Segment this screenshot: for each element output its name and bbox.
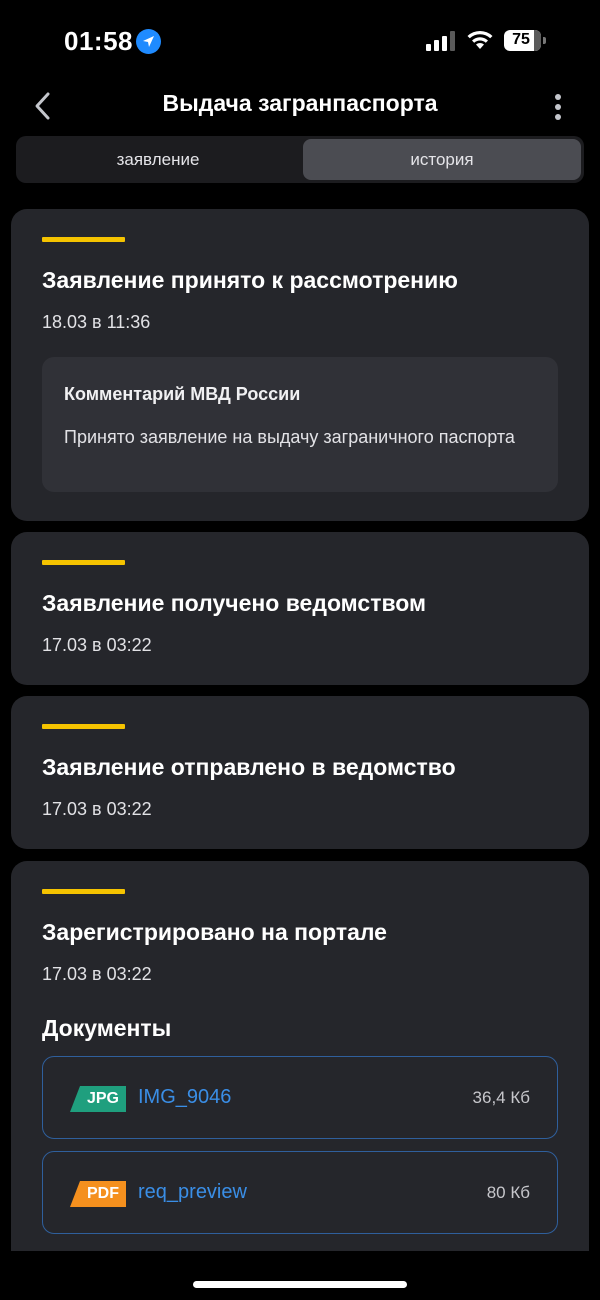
status-time: 01:58 xyxy=(64,26,133,56)
file-type-label: JPG xyxy=(86,1090,119,1107)
location-arrow-icon xyxy=(136,29,161,54)
document-size: 36,4 Кб xyxy=(472,1088,530,1107)
document-size: 80 Кб xyxy=(486,1183,530,1202)
wifi-icon xyxy=(467,30,493,49)
nav-bar: Выдача загранпаспорта xyxy=(0,80,600,132)
documents-heading: Документы xyxy=(42,1015,172,1041)
status-accent-bar xyxy=(42,889,125,894)
history-date: 17.03 в 03:22 xyxy=(42,964,152,984)
home-indicator[interactable] xyxy=(193,1281,407,1288)
more-options-button[interactable] xyxy=(548,92,568,122)
history-card: Заявление отправлено в ведомство 17.03 в… xyxy=(11,696,589,849)
file-type-label: PDF xyxy=(87,1185,119,1202)
history-card: Заявление получено ведомством 17.03 в 03… xyxy=(11,532,589,685)
jpg-file-icon: JPG xyxy=(70,1086,126,1112)
document-name[interactable]: req_preview xyxy=(138,1181,247,1204)
status-accent-bar xyxy=(42,237,125,242)
status-accent-bar xyxy=(42,724,125,729)
status-accent-bar xyxy=(42,560,125,565)
history-date: 18.03 в 11:36 xyxy=(42,312,151,332)
history-date: 17.03 в 03:22 xyxy=(42,635,152,655)
tab-history[interactable]: история xyxy=(303,139,581,180)
comment-author: Комментарий МВД России xyxy=(64,384,301,404)
history-title: Заявление отправлено в ведомство xyxy=(42,754,456,780)
history-title: Заявление получено ведомством xyxy=(42,590,427,616)
page-title: Выдача загранпаспорта xyxy=(162,90,438,116)
history-title: Заявление принято к рассмотрению xyxy=(42,267,458,293)
document-row[interactable]: JPG IMG_9046 36,4 Кб xyxy=(42,1056,558,1139)
document-row[interactable]: PDF req_preview 80 Кб xyxy=(42,1151,558,1234)
pdf-file-icon: PDF xyxy=(70,1181,126,1207)
status-bar: 01:58 75 xyxy=(0,0,600,80)
battery-icon: 75 xyxy=(504,30,546,51)
history-card: Зарегистрировано на портале 17.03 в 03:2… xyxy=(11,861,589,1251)
comment-text: Принято заявление на выдачу заграничного… xyxy=(64,427,515,447)
cellular-signal-icon xyxy=(426,31,455,51)
history-date: 17.03 в 03:22 xyxy=(42,799,152,819)
document-name[interactable]: IMG_9046 xyxy=(138,1086,231,1109)
history-title: Зарегистрировано на портале xyxy=(42,919,387,945)
tab-switcher: заявление история xyxy=(16,136,584,183)
comment-box: Комментарий МВД России Принято заявление… xyxy=(42,357,558,492)
battery-level: 75 xyxy=(512,31,530,48)
history-card: Заявление принято к рассмотрению 18.03 в… xyxy=(11,209,589,521)
tab-application[interactable]: заявление xyxy=(19,139,297,180)
